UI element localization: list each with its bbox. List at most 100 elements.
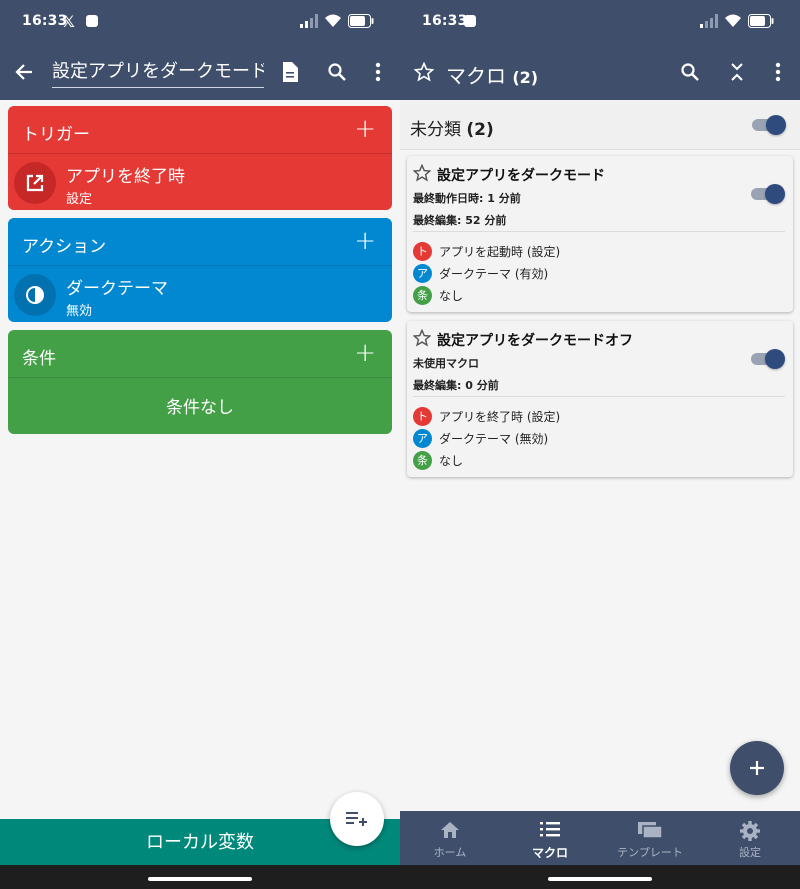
star-outline-icon[interactable] bbox=[413, 329, 431, 347]
macro-edit-screen: 16:33 𝕏 設定アプリをダークモード: トリガー + アプリを終了時 設定 … bbox=[0, 0, 400, 889]
category-header[interactable]: 未分類 (2) bbox=[400, 100, 800, 150]
status-icons bbox=[300, 14, 374, 28]
trigger-item-icon-circle bbox=[14, 162, 56, 204]
add-macro-fab[interactable] bbox=[730, 741, 784, 795]
action-item-subtitle: 無効 bbox=[66, 304, 93, 319]
more-vert-icon bbox=[375, 62, 381, 82]
nav-settings[interactable]: 設定 bbox=[700, 811, 800, 865]
back-button[interactable] bbox=[8, 56, 40, 88]
action-badge: ア bbox=[413, 263, 432, 283]
status-bar: 16:33 𝕏 bbox=[0, 0, 400, 44]
macro-action-text: ダークテーマ (有効) bbox=[439, 266, 549, 281]
status-bar: 16:33 bbox=[400, 0, 800, 44]
add-action-button[interactable]: + bbox=[354, 228, 376, 254]
macro-last-run: 未使用マクロ bbox=[413, 357, 479, 370]
macro-title: 設定アプリをダークモード bbox=[437, 168, 605, 184]
gesture-bar bbox=[400, 865, 800, 889]
star-outline-icon[interactable] bbox=[413, 164, 431, 182]
bottom-navigation: ホーム マクロ テンプレート 設定 bbox=[400, 811, 800, 865]
trigger-item[interactable]: アプリを終了時 設定 bbox=[8, 154, 392, 210]
macro-condition-row: 条 なし bbox=[413, 450, 463, 470]
macro-trigger-row: ト アプリを終了時 (設定) bbox=[413, 406, 560, 426]
macro-card[interactable]: 設定アプリをダークモード 最終動作日時: 1 分前 最終編集: 52 分前 ト … bbox=[407, 156, 793, 312]
trigger-item-title: アプリを終了時 bbox=[66, 167, 185, 187]
macro-action-text: ダークテーマ (無効) bbox=[439, 431, 549, 446]
no-conditions-text: 条件なし bbox=[166, 398, 234, 418]
arrow-back-icon bbox=[15, 64, 32, 80]
macro-last-run: 最終動作日時: 1 分前 bbox=[413, 192, 521, 205]
trigger-item-subtitle: 設定 bbox=[66, 192, 93, 207]
search-button[interactable] bbox=[321, 56, 353, 88]
list-icon bbox=[540, 822, 560, 837]
more-options-button[interactable] bbox=[762, 56, 794, 88]
category-toggle[interactable] bbox=[752, 115, 786, 135]
trigger-card-header: トリガー + bbox=[8, 106, 392, 154]
app-notification-icon bbox=[464, 15, 476, 27]
action-card-title: アクション bbox=[22, 237, 107, 257]
search-button[interactable] bbox=[674, 56, 706, 88]
macro-name-field[interactable]: 設定アプリをダークモード: bbox=[52, 58, 264, 88]
gesture-bar bbox=[0, 865, 400, 889]
status-time: 16:33 bbox=[422, 13, 468, 29]
signal-icon bbox=[700, 14, 718, 28]
app-notification-icon bbox=[86, 15, 98, 27]
nav-templates[interactable]: テンプレート bbox=[600, 811, 700, 865]
contrast-icon bbox=[26, 286, 44, 304]
screen-title: マクロ (2) bbox=[446, 60, 538, 89]
macro-enable-toggle[interactable] bbox=[751, 184, 785, 204]
screen-title-text: マクロ bbox=[446, 64, 506, 88]
star-outline-icon bbox=[414, 62, 434, 82]
condition-badge: 条 bbox=[413, 285, 432, 305]
wifi-icon bbox=[325, 14, 341, 27]
macro-trigger-row: ト アプリを起動時 (設定) bbox=[413, 241, 560, 261]
x-app-icon: 𝕏 bbox=[62, 12, 75, 31]
description-button[interactable] bbox=[274, 56, 306, 88]
app-bar: マクロ (2) bbox=[400, 44, 800, 100]
add-condition-button[interactable]: + bbox=[354, 340, 376, 366]
action-card-header: アクション + bbox=[8, 218, 392, 266]
battery-icon bbox=[348, 14, 374, 28]
nav-settings-label: 設定 bbox=[739, 846, 761, 859]
nav-macros[interactable]: マクロ bbox=[500, 811, 600, 865]
playlist-add-icon bbox=[346, 812, 367, 826]
action-item[interactable]: ダークテーマ 無効 bbox=[8, 266, 392, 322]
template-icon bbox=[638, 822, 663, 839]
category-count: (2) bbox=[466, 120, 494, 140]
document-icon bbox=[283, 62, 298, 82]
home-icon bbox=[441, 822, 459, 838]
favorite-star-button[interactable] bbox=[408, 56, 440, 88]
macro-last-edit: 最終編集: 52 分前 bbox=[413, 214, 507, 227]
search-icon bbox=[681, 63, 699, 81]
macro-trigger-text: アプリを起動時 (設定) bbox=[439, 244, 561, 259]
signal-icon bbox=[300, 14, 318, 28]
nav-templates-label: テンプレート bbox=[617, 846, 683, 859]
action-badge: ア bbox=[413, 428, 432, 448]
status-time: 16:33 bbox=[22, 13, 68, 29]
add-to-list-fab[interactable] bbox=[330, 792, 384, 846]
plus-icon bbox=[750, 761, 764, 775]
status-icons bbox=[700, 14, 774, 28]
action-item-title: ダークテーマ bbox=[66, 279, 168, 299]
nav-macros-label: マクロ bbox=[531, 846, 568, 860]
add-trigger-button[interactable]: + bbox=[354, 116, 376, 142]
trigger-card: トリガー + アプリを終了時 設定 bbox=[8, 106, 392, 210]
macro-enable-toggle[interactable] bbox=[751, 349, 785, 369]
macro-condition-text: なし bbox=[439, 288, 464, 303]
gear-icon bbox=[740, 821, 760, 841]
macro-condition-row: 条 なし bbox=[413, 285, 463, 305]
action-card: アクション + ダークテーマ 無効 bbox=[8, 218, 392, 322]
collapse-icon bbox=[731, 63, 743, 81]
category-title-text: 未分類 bbox=[410, 120, 461, 140]
divider bbox=[413, 396, 785, 397]
macro-card[interactable]: 設定アプリをダークモードオフ 未使用マクロ 最終編集: 0 分前 ト アプリを終… bbox=[407, 321, 793, 477]
home-indicator[interactable] bbox=[548, 877, 652, 881]
home-indicator[interactable] bbox=[148, 877, 252, 881]
nav-home[interactable]: ホーム bbox=[400, 811, 500, 865]
trigger-card-title: トリガー bbox=[22, 125, 90, 145]
category-title: 未分類 (2) bbox=[410, 115, 494, 140]
collapse-all-button[interactable] bbox=[721, 56, 753, 88]
battery-icon bbox=[748, 14, 774, 28]
screen-title-count: (2) bbox=[512, 68, 539, 87]
more-options-button[interactable] bbox=[362, 56, 394, 88]
macro-last-edit: 最終編集: 0 分前 bbox=[413, 379, 499, 392]
